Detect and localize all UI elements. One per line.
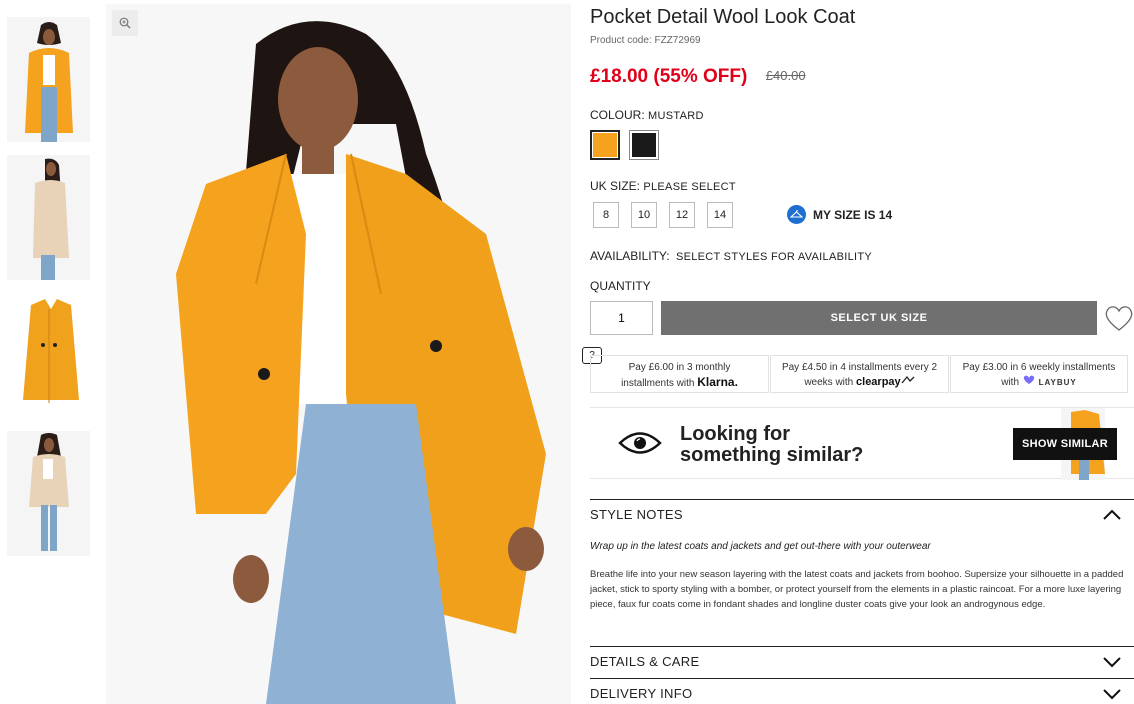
availability-row: AVAILABILITY: SELECT STYLES FOR AVAILABI… [590,249,872,263]
hanger-icon [787,205,806,224]
clearpay-logo: clearpay [856,376,901,388]
colour-label-row: COLOUR: MUSTARD [590,108,704,122]
my-size-link[interactable]: MY SIZE IS 14 [787,205,892,224]
similar-line1: Looking for [680,423,790,445]
size-label-row: UK SIZE: PLEASE SELECT [590,179,736,193]
style-notes-body: Breathe life into your new season layeri… [590,569,1124,610]
product-code: Product code: FZZ72969 [590,35,701,46]
chevron-down-icon [1103,688,1121,699]
size-option-14[interactable]: 14 [707,202,733,228]
swatch-mustard[interactable] [590,130,620,160]
similar-heading: Looking for something similar? [680,424,863,466]
my-size-text: MY SIZE IS 14 [813,207,893,222]
quantity-input[interactable] [590,301,653,335]
delivery-info-title: DELIVERY INFO [590,686,693,701]
wishlist-button[interactable] [1103,303,1134,333]
original-price: £40.00 [765,68,806,83]
laybuy-line1: Pay £3.00 in 6 weekly installments [962,362,1116,373]
colour-label: COLOUR: [590,108,645,122]
product-details: Pocket Detail Wool Look Coat Product cod… [582,0,1134,704]
zoom-button[interactable] [112,10,138,36]
klarna-line2-wrap: installments with Klarna. [591,375,768,391]
show-similar-button[interactable]: SHOW SIMILAR [1013,428,1117,460]
size-option-10[interactable]: 10 [631,202,657,228]
price-row: £18.00 (55% OFF) £40.00 [590,66,806,88]
clearpay-line2-wrap: weeks with clearpay [771,375,948,390]
laybuy-line2: with [1001,377,1020,388]
sale-price: £18.00 (55% OFF) [590,66,748,87]
select-size-button[interactable]: SELECT UK SIZE [661,301,1097,335]
swatch-black[interactable] [629,130,659,160]
size-option-12[interactable]: 12 [669,202,695,228]
klarna-line1: Pay £6.00 in 3 monthly [628,362,731,373]
klarna-line2: installments with [621,378,695,389]
thumbnail-coat-flat[interactable] [7,293,90,418]
product-title: Pocket Detail Wool Look Coat [590,6,856,28]
size-label: UK SIZE: [590,179,641,193]
laybuy-heart-icon [1023,375,1035,384]
product-main-image[interactable] [106,4,571,704]
klarna-option[interactable]: Pay £6.00 in 3 monthly installments with… [590,355,769,393]
laybuy-logo: LAYBUY [1038,378,1077,387]
style-notes-toggle[interactable]: STYLE NOTES [590,499,1134,529]
clearpay-arrow-icon [901,375,915,384]
availability-value: SELECT STYLES FOR AVAILABILITY [675,251,873,263]
klarna-logo: Klarna. [697,375,738,389]
clearpay-line2: weeks with [804,377,854,388]
colour-value: MUSTARD [648,110,704,122]
style-notes-tagline: Wrap up in the latest coats and jackets … [590,541,931,552]
model-photo [106,4,571,704]
thumbnail-side-beige[interactable] [7,155,90,280]
laybuy-line2-wrap: with LAYBUY [951,375,1127,390]
similar-banner: Looking for something similar? SHOW SIMI… [590,407,1134,480]
chevron-up-icon [1103,509,1121,520]
quantity-label: QUANTITY [590,279,651,293]
clearpay-line1: Pay £4.50 in 4 installments every 2 [781,362,938,373]
laybuy-option[interactable]: Pay £3.00 in 6 weekly installments with … [950,355,1128,393]
thumbnail-list [7,17,90,569]
zoom-icon [119,17,131,29]
delivery-info-toggle[interactable]: DELIVERY INFO [590,678,1134,704]
size-option-8[interactable]: 8 [593,202,619,228]
thumbnail-full-beige[interactable] [7,431,90,556]
heart-icon [1105,306,1133,331]
details-care-toggle[interactable]: DETAILS & CARE [590,646,1134,676]
details-care-title: DETAILS & CARE [590,654,700,669]
swatch-mustard-fill [593,133,617,157]
thumbnail-front-open[interactable] [7,17,90,142]
similar-line2: something similar? [680,444,864,466]
eye-icon [618,432,662,454]
size-value: PLEASE SELECT [643,181,736,193]
availability-label: AVAILABILITY: [590,249,670,263]
chevron-down-icon [1103,656,1121,667]
swatch-black-fill [632,133,656,157]
clearpay-option[interactable]: Pay £4.50 in 4 installments every 2 week… [770,355,949,393]
style-notes-title: STYLE NOTES [590,507,683,522]
